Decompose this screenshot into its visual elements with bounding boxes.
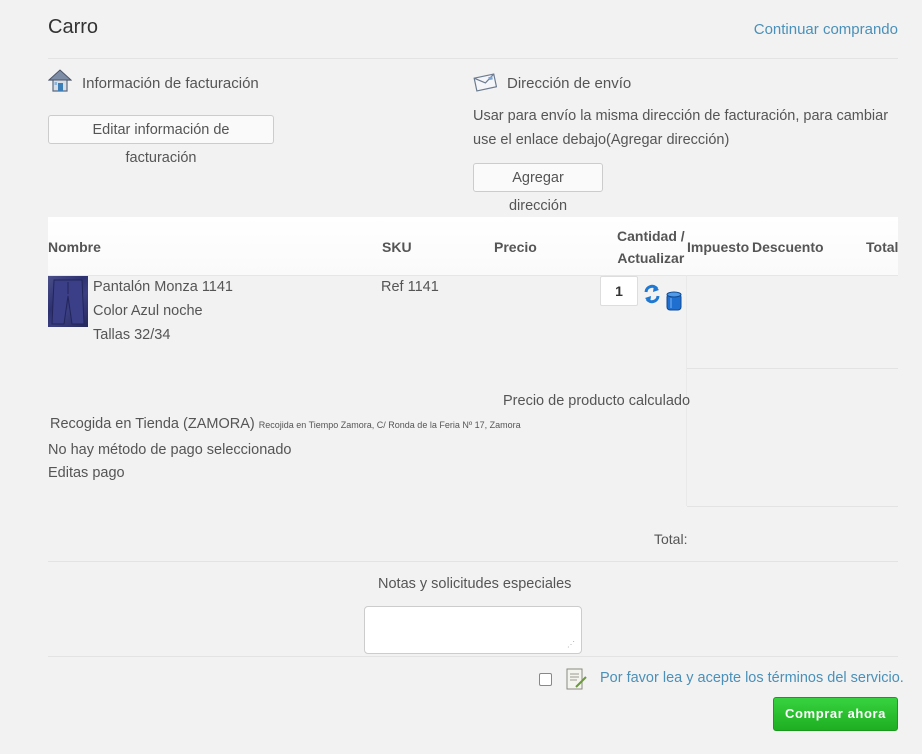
product-sku: Ref 1141 <box>381 279 439 295</box>
cart-table-header: Nombre SKU Precio Cantidad / Actualizar … <box>48 217 898 276</box>
payment-status: No hay método de pago seleccionado <box>48 442 292 458</box>
house-icon <box>47 69 73 97</box>
buy-now-button[interactable]: Comprar ahora <box>773 697 898 731</box>
page-title: Carro <box>48 16 99 38</box>
column-header-name: Nombre <box>48 239 101 255</box>
edit-billing-button[interactable]: Editar información de facturación <box>48 115 274 166</box>
divider <box>687 368 898 369</box>
divider <box>48 58 898 59</box>
notes-textarea[interactable]: ⋰ <box>364 606 582 654</box>
column-header-quantity-line: Actualizar <box>617 250 685 266</box>
column-divider <box>686 275 687 506</box>
refresh-icon[interactable] <box>643 282 661 311</box>
column-header-discount: Descuento <box>752 239 824 255</box>
continue-shopping-link[interactable]: Continuar comprando <box>754 21 898 38</box>
column-header-total: Total <box>866 239 899 255</box>
shipping-section-heading: Dirección de envío <box>473 69 631 97</box>
edit-payment-link[interactable]: Editas pago <box>48 465 125 481</box>
divider <box>48 656 898 657</box>
billing-section-heading: Información de facturación <box>47 69 259 97</box>
shipping-description: Usar para envío la misma dirección de fa… <box>473 104 893 152</box>
resize-handle-icon[interactable]: ⋰ <box>567 641 575 649</box>
product-attribute-color: Color Azul noche <box>93 303 203 319</box>
column-header-sku: SKU <box>382 239 412 255</box>
envelope-icon <box>473 69 498 97</box>
column-header-price: Precio <box>494 239 537 255</box>
delete-icon[interactable] <box>665 290 683 317</box>
product-attribute-size: Tallas 32/34 <box>93 327 171 343</box>
product-name-link[interactable]: Pantalón Monza 1141 <box>93 279 233 295</box>
calculated-price-label: Precio de producto calculado <box>503 393 691 409</box>
add-address-button[interactable]: Agregar dirección <box>473 163 603 214</box>
document-icon <box>564 667 588 696</box>
billing-heading: Información de facturación <box>82 74 259 92</box>
product-thumbnail[interactable] <box>48 276 88 327</box>
shipping-description-line: Usar para envío la misma dirección de fa… <box>473 108 889 124</box>
terms-checkbox[interactable] <box>539 673 552 686</box>
shipping-method-detail: Recojida en Tiempo Zamora, C/ Ronda de l… <box>258 420 521 430</box>
notes-label: Notas y solicitudes especiales <box>378 576 572 592</box>
total-label: Total: <box>654 531 688 547</box>
shipping-method-name: Recogida en Tienda (ZAMORA) <box>50 416 255 432</box>
terms-of-service-link[interactable]: Por favor lea y acepte los términos del … <box>600 670 904 686</box>
column-header-quantity-line: Cantidad / <box>617 228 685 244</box>
shipping-heading: Dirección de envío <box>507 74 632 92</box>
divider <box>48 561 898 562</box>
column-header-tax: Impuesto <box>687 239 750 255</box>
divider <box>687 506 898 507</box>
shipping-method: Recogida en Tienda (ZAMORA) Recojida en … <box>50 416 521 432</box>
column-header-quantity: Cantidad / Actualizar <box>617 228 685 266</box>
shipping-description-line: use el enlace debajo(Agregar dirección) <box>473 132 730 148</box>
quantity-input[interactable]: 1 <box>600 276 638 306</box>
